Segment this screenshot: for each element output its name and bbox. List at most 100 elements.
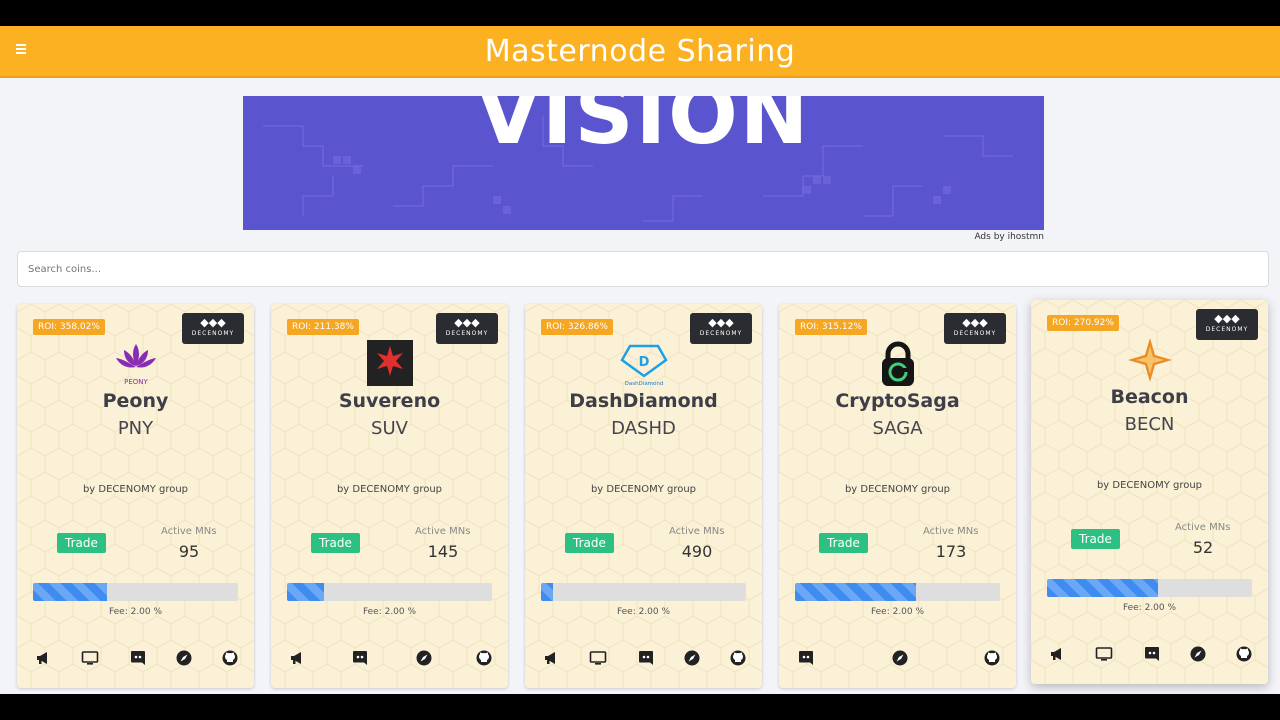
- decenomy-logo-icon: ◆◆◆: [708, 316, 734, 329]
- progress-bar: [287, 583, 492, 601]
- announcement-icon[interactable]: [289, 649, 307, 667]
- active-mns-label: Active MNs: [161, 526, 217, 537]
- explorer-icon[interactable]: [415, 649, 433, 667]
- trade-button[interactable]: Trade: [1071, 529, 1120, 549]
- trade-button[interactable]: Trade: [565, 533, 614, 553]
- coin-name: Suvereno: [338, 390, 441, 412]
- website-icon[interactable]: [1095, 645, 1113, 663]
- dashdiamond-icon: D DashDiamond: [618, 340, 670, 388]
- fee-label: Fee: 2.00 %: [108, 607, 163, 617]
- coin-owner: by DECENOMY group: [590, 484, 697, 495]
- roi-badge: ROI: 270.92%: [1047, 315, 1119, 331]
- discord-icon[interactable]: [637, 649, 655, 667]
- coin-name: Beacon: [1110, 386, 1189, 408]
- decenomy-badge[interactable]: ◆◆◆ DECENOMY: [182, 313, 244, 344]
- announcement-icon[interactable]: [543, 649, 561, 667]
- active-mns-value: 95: [178, 542, 200, 561]
- website-icon[interactable]: [81, 649, 99, 667]
- active-mns-label: Active MNs: [415, 526, 471, 537]
- roi-badge: ROI: 326.86%: [541, 319, 613, 335]
- discord-icon[interactable]: [797, 649, 815, 667]
- github-icon[interactable]: [729, 649, 747, 667]
- active-mns-value: 173: [935, 542, 967, 561]
- coin-card-suv[interactable]: ROI: 211.38% ◆◆◆ DECENOMY Suvereno SUV by DEC…: [271, 304, 508, 688]
- decenomy-logo-icon: ◆◆◆: [962, 316, 988, 329]
- progress-fill: [1047, 579, 1158, 597]
- search-input[interactable]: [17, 251, 1269, 287]
- decenomy-badge[interactable]: ◆◆◆ DECENOMY: [1196, 309, 1258, 340]
- hamburger-menu-icon[interactable]: [16, 44, 30, 56]
- active-mns-label: Active MNs: [1175, 522, 1231, 533]
- active-mns-value: 145: [427, 542, 459, 561]
- progress-fill: [287, 583, 324, 601]
- active-mns-label: Active MNs: [923, 526, 979, 537]
- coin-ticker: SUV: [371, 418, 408, 439]
- suvereno-cross-icon: [364, 340, 416, 388]
- active-mns-label: Active MNs: [669, 526, 725, 537]
- coin-ticker: DASHD: [611, 418, 676, 439]
- cryptosaga-lock-icon: [872, 340, 924, 388]
- website-icon[interactable]: [589, 649, 607, 667]
- coin-card-pny[interactable]: ROI: 358.02% ◆◆◆ DECENOMY PEONY Peony PNY by D…: [17, 304, 254, 688]
- explorer-icon[interactable]: [683, 649, 701, 667]
- fee-label: Fee: 2.00 %: [616, 607, 671, 617]
- coin-ticker: SAGA: [872, 418, 923, 439]
- progress-bar: [795, 583, 1000, 601]
- active-mns-value: 490: [681, 542, 713, 561]
- progress-bar: [541, 583, 746, 601]
- coin-name: CryptoSaga: [835, 390, 960, 412]
- coin-name: DashDiamond: [569, 390, 718, 412]
- coin-owner: by DECENOMY group: [1096, 480, 1203, 491]
- peony-lotus-icon: PEONY: [110, 340, 162, 388]
- explorer-icon[interactable]: [175, 649, 193, 667]
- coin-card-becn[interactable]: ROI: 270.92% ◆◆◆ DECENOMY Beacon BECN by DECE…: [1031, 300, 1268, 684]
- coin-owner: by DECENOMY group: [82, 484, 189, 495]
- roi-badge: ROI: 358.02%: [33, 319, 105, 335]
- discord-icon[interactable]: [129, 649, 147, 667]
- coin-owner: by DECENOMY group: [844, 484, 951, 495]
- decenomy-badge[interactable]: ◆◆◆ DECENOMY: [944, 313, 1006, 344]
- discord-icon[interactable]: [1143, 645, 1161, 663]
- decenomy-logo-icon: ◆◆◆: [1214, 312, 1240, 325]
- github-icon[interactable]: [983, 649, 1001, 667]
- fee-label: Fee: 2.00 %: [362, 607, 417, 617]
- ads-attribution[interactable]: Ads by ihostmn: [900, 232, 1044, 242]
- page-title: Masternode Sharing: [484, 33, 796, 69]
- active-mns-value: 52: [1192, 538, 1214, 557]
- beacon-star-icon: [1124, 336, 1176, 384]
- coin-card-saga[interactable]: ROI: 315.12% ◆◆◆ DECENOMY CryptoSaga SAGA by …: [779, 304, 1016, 688]
- roi-badge: ROI: 315.12%: [795, 319, 867, 335]
- github-icon[interactable]: [475, 649, 493, 667]
- progress-fill: [795, 583, 916, 601]
- coin-name: Peony: [102, 390, 169, 412]
- fee-label: Fee: 2.00 %: [1122, 603, 1177, 613]
- app-viewport: Masternode Sharing VISION Ads by ihostmn…: [0, 26, 1280, 694]
- explorer-icon[interactable]: [891, 649, 909, 667]
- github-icon[interactable]: [221, 649, 239, 667]
- banner-headline: VISION: [476, 96, 811, 163]
- fee-label: Fee: 2.00 %: [870, 607, 925, 617]
- decenomy-badge[interactable]: ◆◆◆ DECENOMY: [436, 313, 498, 344]
- trade-button[interactable]: Trade: [819, 533, 868, 553]
- top-bar: Masternode Sharing: [0, 26, 1280, 78]
- progress-fill: [541, 583, 554, 601]
- svg-text:D: D: [638, 355, 649, 370]
- progress-bar: [33, 583, 238, 601]
- announcement-icon[interactable]: [1049, 645, 1067, 663]
- progress-fill: [33, 583, 107, 601]
- roi-badge: ROI: 211.38%: [287, 319, 359, 335]
- explorer-icon[interactable]: [1189, 645, 1207, 663]
- decenomy-logo-icon: ◆◆◆: [454, 316, 480, 329]
- coin-ticker: BECN: [1124, 414, 1175, 435]
- trade-button[interactable]: Trade: [311, 533, 360, 553]
- discord-icon[interactable]: [351, 649, 369, 667]
- progress-bar: [1047, 579, 1252, 597]
- decenomy-logo-icon: ◆◆◆: [200, 316, 226, 329]
- coin-ticker: PNY: [117, 418, 154, 439]
- coin-card-dashd[interactable]: ROI: 326.86% ◆◆◆ DECENOMY D DashDiamond DashD…: [525, 304, 762, 688]
- trade-button[interactable]: Trade: [57, 533, 106, 553]
- announcement-icon[interactable]: [35, 649, 53, 667]
- github-icon[interactable]: [1235, 645, 1253, 663]
- ad-banner[interactable]: VISION: [243, 96, 1044, 230]
- decenomy-badge[interactable]: ◆◆◆ DECENOMY: [690, 313, 752, 344]
